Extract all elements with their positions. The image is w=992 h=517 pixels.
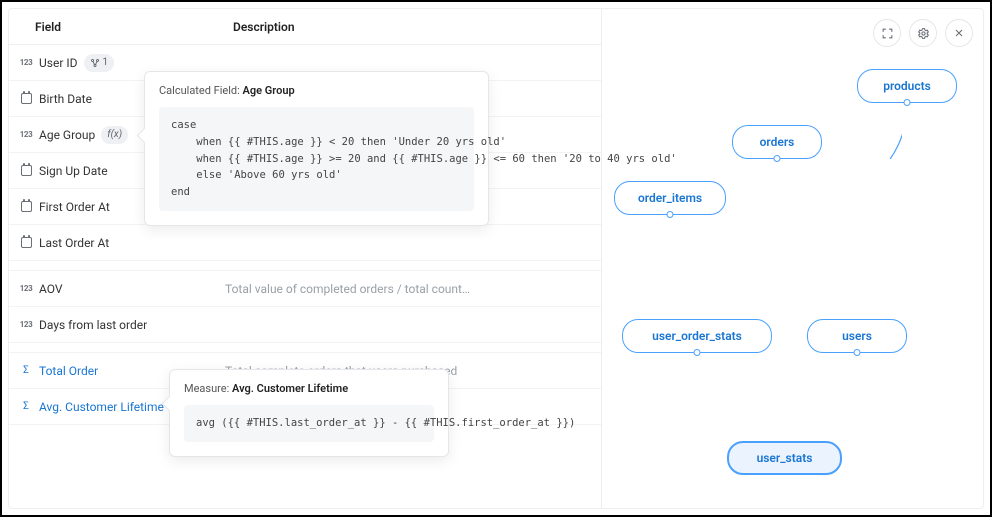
number-type-icon: 123 (20, 284, 33, 293)
port-icon (694, 349, 701, 356)
field-name: First Order At (39, 200, 110, 214)
node-users[interactable]: users (807, 319, 907, 353)
node-user-stats[interactable]: user_stats (727, 441, 842, 475)
field-name: Sign Up Date (39, 164, 108, 178)
port-icon (904, 99, 911, 106)
port-icon (854, 349, 861, 356)
fields-pane: Field Description 123 User ID 1 Birth Date 1… (9, 9, 602, 508)
tooltip-prefix: Calculated Field: (159, 84, 243, 97)
tooltip-code: case when {{ #THIS.age }} < 20 then 'Und… (159, 107, 474, 211)
col-field: Field (35, 20, 233, 34)
field-description: Total value of completed orders / total … (225, 282, 601, 296)
date-type-icon (21, 165, 32, 176)
fx-badge[interactable]: f(x) (101, 126, 128, 144)
lineage-pane: products orders order_items user_order_s… (602, 9, 983, 508)
col-description: Description (233, 20, 295, 34)
field-name: Avg. Customer Lifetime (39, 400, 164, 414)
tooltip-field-name: Age Group (243, 84, 295, 97)
table-header: Field Description (9, 9, 601, 45)
settings-button[interactable] (909, 19, 937, 47)
number-type-icon: 123 (20, 320, 33, 329)
field-name: Days from last order (39, 318, 147, 332)
field-name: Last Order At (39, 236, 109, 250)
tooltip-calculated-field: Calculated Field: Age Group case when {{… (144, 71, 489, 226)
number-type-icon: 123 (20, 130, 33, 139)
field-name: Age Group (39, 128, 95, 142)
field-name: Total Order (39, 364, 98, 378)
node-order-items[interactable]: order_items (614, 181, 726, 215)
node-user-order-stats[interactable]: user_order_stats (622, 319, 772, 353)
node-products[interactable]: products (857, 69, 957, 103)
field-name: Birth Date (39, 92, 92, 106)
tooltip-measure-name: Avg. Customer Lifetime (232, 382, 348, 395)
field-row[interactable]: 123 Days from last order (9, 307, 601, 343)
date-type-icon (21, 237, 32, 248)
field-row[interactable]: 123 AOV Total value of completed orders / … (9, 271, 601, 307)
tooltip-measure: Measure: Avg. Customer Lifetime avg ({{ … (169, 369, 449, 457)
date-type-icon (21, 201, 32, 212)
tooltip-code: avg ({{ #THIS.last_order_at }} - {{ #THI… (184, 405, 434, 442)
tooltip-prefix: Measure: (184, 382, 232, 395)
reference-badge[interactable]: 1 (84, 54, 115, 72)
node-orders[interactable]: orders (732, 125, 822, 159)
close-button[interactable] (945, 19, 973, 47)
field-row[interactable]: Last Order At (9, 225, 601, 261)
field-name: AOV (39, 282, 63, 296)
workspace-panel: Field Description 123 User ID 1 Birth Date 1… (8, 8, 984, 509)
port-icon (774, 155, 781, 162)
date-type-icon (21, 93, 32, 104)
number-type-icon: 123 (20, 58, 33, 67)
sigma-type-icon: Σ (23, 365, 29, 376)
sigma-type-icon: Σ (23, 401, 29, 412)
port-icon (667, 211, 674, 218)
field-name: User ID (39, 56, 78, 70)
